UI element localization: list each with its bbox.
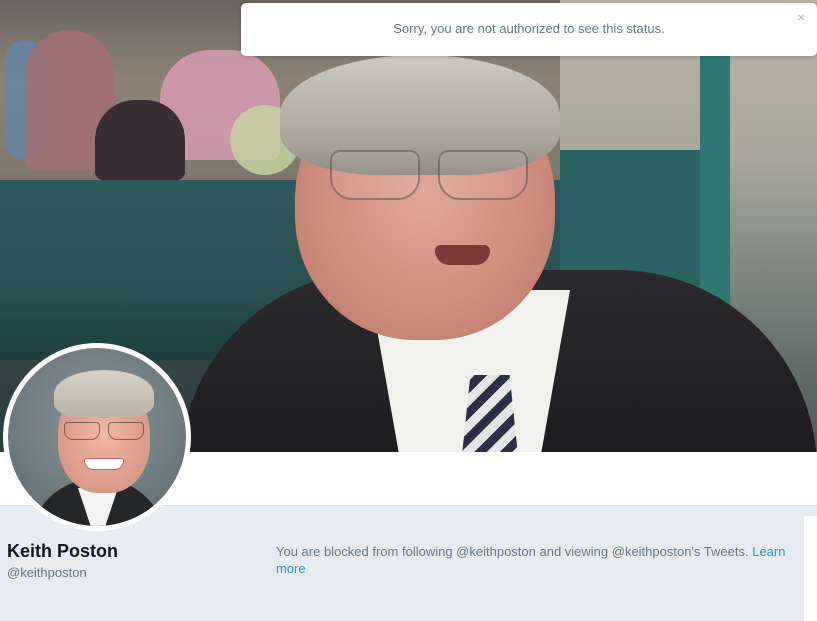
profile-name[interactable]: Keith Poston [7,541,118,562]
avatar-photo-hair [54,370,154,418]
sidebar-edge [804,516,817,621]
close-icon[interactable]: × [794,10,808,24]
alert-message: Sorry, you are not authorized to see thi… [393,21,665,36]
alert-banner: Sorry, you are not authorized to see thi… [241,3,817,56]
header-photo-glasses-lens [330,150,420,200]
avatar-photo-smile [84,458,124,470]
blocked-notice: You are blocked from following @keithpos… [276,543,791,577]
header-photo-background-figure [95,100,185,180]
header-photo-background-pillar [700,55,730,315]
header-photo-background-panel [560,150,700,290]
header-photo-glasses-lens [438,150,528,200]
header-photo-mouth [435,245,490,265]
avatar-photo-glasses [64,422,146,442]
avatar-photo [8,348,186,526]
header-photo-tie [462,375,518,452]
profile-avatar[interactable] [3,343,191,531]
profile-handle[interactable]: @keithposton [7,565,87,580]
avatar-photo-glasses-lens [108,422,144,440]
avatar-photo-glasses-lens [64,422,100,440]
blocked-notice-text: You are blocked from following @keithpos… [276,544,749,559]
header-photo-glasses [320,150,540,205]
